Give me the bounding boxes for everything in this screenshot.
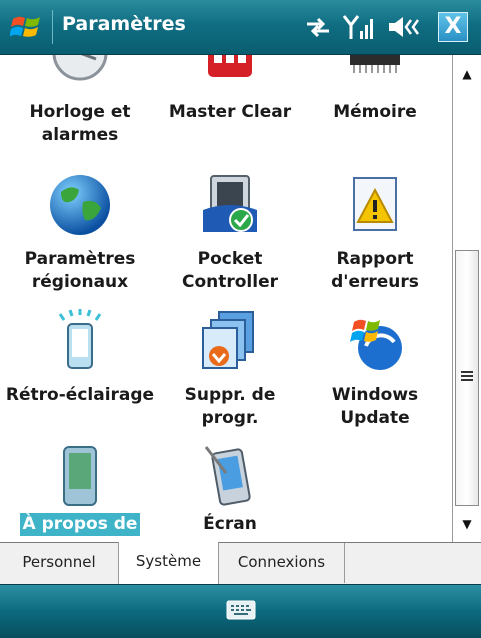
settings-item-label: Mémoire bbox=[333, 102, 417, 122]
scroll-down-arrow-icon[interactable]: ▼ bbox=[453, 511, 481, 537]
backlight-icon bbox=[58, 309, 102, 369]
error-report-icon bbox=[353, 177, 397, 231]
pocket-controller-icon bbox=[203, 175, 257, 232]
settings-item-remove-programs[interactable]: Suppr. de progr. bbox=[155, 308, 305, 430]
page-title: Paramètres bbox=[62, 13, 186, 35]
remove-programs-icon bbox=[202, 311, 254, 369]
scrollbar-thumb[interactable] bbox=[455, 250, 479, 506]
tab-bar: Personnel Système Connexions bbox=[0, 542, 481, 585]
settings-item-label: Horloge et alarmes bbox=[29, 102, 131, 145]
settings-item-screen[interactable]: Écran bbox=[155, 443, 305, 536]
settings-item-label: Suppr. de progr. bbox=[184, 385, 276, 428]
connectivity-arrows-icon[interactable] bbox=[303, 13, 333, 41]
volume-icon[interactable] bbox=[386, 13, 426, 41]
settings-item-memory[interactable]: Mémoire bbox=[300, 55, 450, 124]
settings-item-pocket-controller[interactable]: Pocket Controller bbox=[155, 172, 305, 294]
scrollbar-grip-icon bbox=[461, 371, 473, 381]
settings-item-regional[interactable]: Paramètres régionaux bbox=[5, 172, 155, 294]
memory-chip-icon bbox=[350, 55, 400, 73]
tab-personnel[interactable]: Personnel bbox=[0, 543, 119, 583]
clock-icon bbox=[52, 55, 108, 81]
close-button[interactable]: X bbox=[438, 12, 468, 42]
settings-item-windows-update[interactable]: Windows Update bbox=[300, 308, 450, 430]
windows-update-icon bbox=[350, 319, 402, 370]
tab-systeme[interactable]: Système bbox=[118, 542, 219, 584]
settings-item-error-report[interactable]: Rapport d'erreurs bbox=[300, 172, 450, 294]
tab-connexions[interactable]: Connexions bbox=[219, 543, 345, 583]
settings-item-label: Pocket Controller bbox=[181, 249, 278, 292]
settings-item-label: Paramètres régionaux bbox=[24, 249, 136, 292]
settings-item-label: Rapport d'erreurs bbox=[331, 249, 419, 292]
scroll-up-arrow-icon[interactable]: ▲ bbox=[453, 61, 481, 87]
vertical-scrollbar[interactable]: ▲ ▼ bbox=[452, 55, 481, 542]
screen-icon bbox=[204, 446, 251, 506]
keyboard-icon[interactable] bbox=[226, 600, 256, 620]
about-device-icon bbox=[63, 446, 97, 506]
settings-item-master-clear[interactable]: Master Clear bbox=[155, 55, 305, 124]
title-bar: Paramètres X bbox=[0, 0, 481, 55]
start-menu-windows-icon[interactable] bbox=[10, 10, 44, 44]
settings-item-label: Windows Update bbox=[331, 385, 419, 428]
settings-item-label: Master Clear bbox=[168, 102, 292, 122]
globe-icon bbox=[50, 175, 110, 235]
settings-item-backlight[interactable]: Rétro-éclairage bbox=[5, 308, 155, 407]
settings-item-label-selected: À propos de bbox=[19, 513, 141, 536]
settings-item-clock[interactable]: Horloge et alarmes bbox=[5, 55, 155, 147]
master-clear-icon bbox=[208, 55, 252, 77]
settings-item-label: Écran bbox=[203, 514, 257, 534]
signal-strength-icon[interactable] bbox=[342, 13, 374, 41]
settings-item-label: Rétro-éclairage bbox=[5, 385, 155, 405]
title-separator bbox=[52, 10, 53, 44]
settings-icon-grid: Horloge et alarmes Master Clear Mémoire bbox=[0, 55, 450, 542]
bottom-menu-bar bbox=[0, 584, 481, 638]
settings-item-about[interactable]: À propos de bbox=[5, 443, 155, 536]
